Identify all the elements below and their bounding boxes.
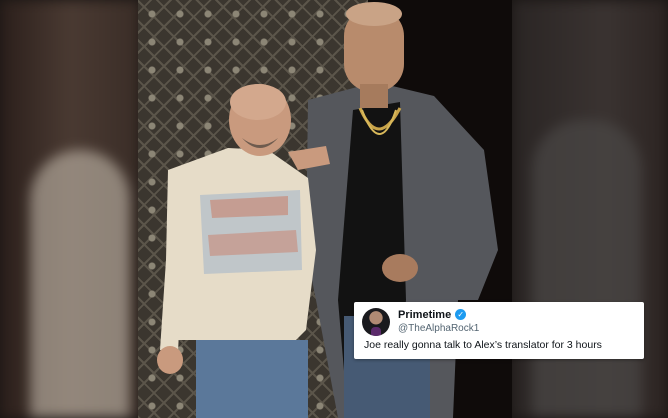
man-in-hoodie [157,84,330,418]
tweet-author-row: Primetime ✓ [398,308,634,321]
blurred-background-left [0,0,140,418]
image-composite: Primetime ✓ @TheAlphaRock1 Joe really go… [0,0,668,418]
tweet-handle[interactable]: @TheAlphaRock1 [398,323,634,335]
tweet-text: Joe really gonna talk to Alex’s translat… [364,339,602,351]
verified-badge-icon: ✓ [455,309,467,320]
tweet-display-name[interactable]: Primetime [398,309,451,321]
blurred-figure [30,150,130,418]
tweet-card[interactable]: Primetime ✓ @TheAlphaRock1 Joe really go… [354,302,644,359]
blurred-figure [532,120,642,418]
avatar[interactable] [362,308,390,336]
